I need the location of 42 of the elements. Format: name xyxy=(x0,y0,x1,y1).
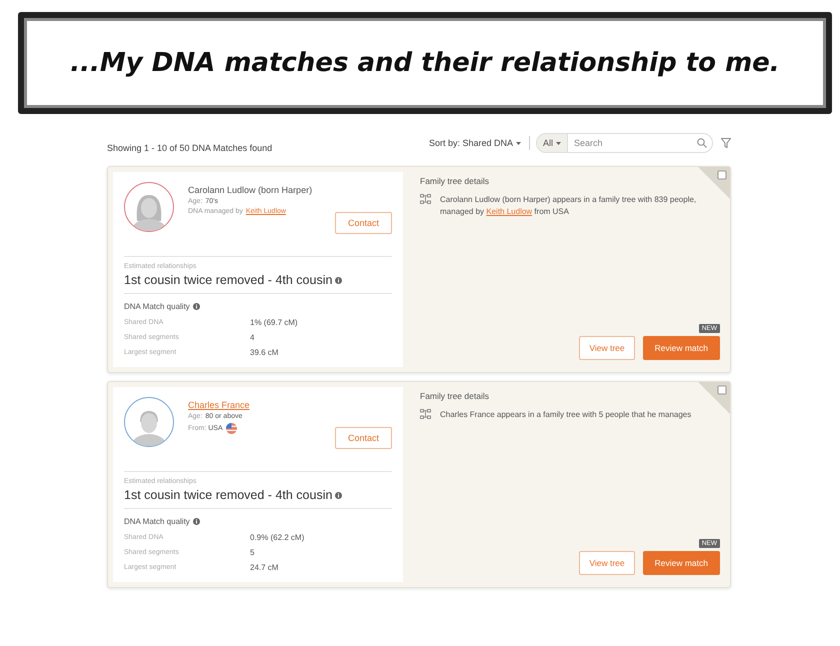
note-corner-icon[interactable] xyxy=(698,167,730,199)
info-icon[interactable] xyxy=(335,276,342,284)
match-name: Carolann Ludlow (born Harper) xyxy=(188,185,314,195)
stat-value: 5 xyxy=(250,548,256,557)
search-bar[interactable]: All Search xyxy=(536,133,713,153)
review-match-button[interactable]: Review match xyxy=(642,336,720,360)
contact-button[interactable]: Contact xyxy=(334,212,392,234)
quality-title: DNA Match quality xyxy=(124,517,190,526)
tree-icon xyxy=(420,409,431,419)
manager-link[interactable]: Keith Ludlow xyxy=(486,206,532,216)
tree-title: Family tree details xyxy=(420,176,490,186)
stat-value: 0.9% (62.2 cM) xyxy=(250,533,306,542)
caret-icon xyxy=(556,142,562,144)
stat-value: 1% (69.7 cM) xyxy=(250,318,299,327)
stat-value: 4 xyxy=(250,333,256,342)
info-icon[interactable] xyxy=(335,492,342,498)
view-tree-button[interactable]: View tree xyxy=(579,336,635,360)
caret-icon xyxy=(516,142,521,144)
tree-title: Family tree details xyxy=(420,391,490,401)
stat-value: 24.7 cM xyxy=(250,563,280,572)
info-icon[interactable] xyxy=(192,303,200,310)
tree-description: Carolann Ludlow (born Harper) appears in a family tree with 839 people, managed by Keith Ludlow from USA xyxy=(440,194,698,218)
review-match-button[interactable]: Review match xyxy=(642,551,720,575)
quality-title: DNA Match quality xyxy=(124,302,190,311)
flag-icon xyxy=(226,423,237,434)
tree-description: Charles France appears in a family tree with 5 people that he manages xyxy=(440,409,692,421)
info-icon[interactable] xyxy=(192,518,200,525)
sort-dropdown[interactable]: Sort by: Shared DNA xyxy=(428,138,521,148)
filter-icon[interactable] xyxy=(721,138,731,148)
contact-button[interactable]: Contact xyxy=(334,427,392,449)
tree-icon xyxy=(420,194,431,204)
search-field[interactable]: Search xyxy=(568,137,697,149)
banner-title: ...My DNA matches and their relationship to me. xyxy=(70,48,780,78)
scope-dropdown[interactable]: All xyxy=(537,134,568,152)
view-tree-button[interactable]: View tree xyxy=(579,551,635,575)
match-name-link[interactable]: Charles France xyxy=(188,400,321,410)
note-corner-icon[interactable] xyxy=(698,382,730,414)
relationship-text: 1st cousin twice removed - 4th cousin xyxy=(124,488,332,502)
results-summary: Showing 1 - 10 of 50 DNA Matches found xyxy=(107,143,274,153)
stat-value: 39.6 cM xyxy=(250,348,280,357)
relationship-text: 1st cousin twice removed - 4th cousin xyxy=(124,273,332,287)
search-icon[interactable] xyxy=(697,138,707,148)
